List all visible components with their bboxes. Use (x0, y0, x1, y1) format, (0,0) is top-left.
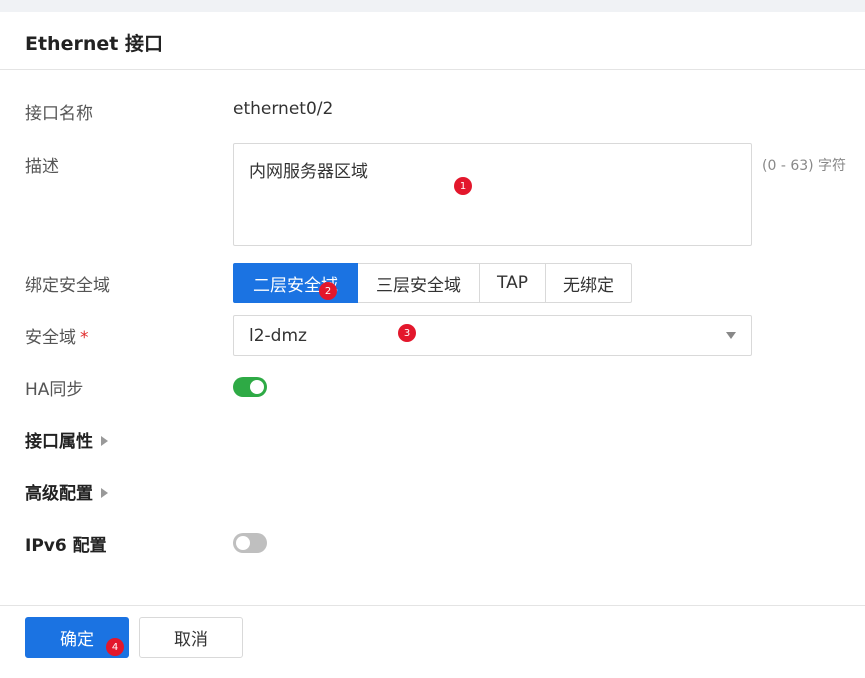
bind-option-layer2-zone[interactable]: 二层安全域 (233, 263, 358, 303)
annotation-marker-1: 1 (454, 177, 472, 195)
description-text: 内网服务器区域 (249, 162, 368, 182)
security-zone-select[interactable]: l2-dmz (233, 315, 752, 356)
interface-properties-label: 接口属性 (25, 432, 93, 452)
ipv6-config-label: IPv6 配置 (25, 536, 107, 556)
interface-properties-expander[interactable]: 接口属性 (25, 427, 108, 452)
interface-name-value: ethernet0/2 (233, 99, 334, 119)
top-background-strip (0, 0, 865, 12)
annotation-marker-3: 3 (398, 324, 416, 342)
security-zone-label: 安全域 * (25, 323, 89, 348)
bind-zone-segmented-control: 二层安全域 三层安全域 TAP 无绑定 (233, 263, 632, 303)
ha-sync-label: HA同步 (25, 380, 84, 400)
annotation-marker-4: 4 (106, 638, 124, 656)
bind-option-tap[interactable]: TAP (480, 263, 546, 303)
ipv6-config-toggle[interactable] (233, 533, 267, 553)
ethernet-interface-dialog: Ethernet 接口 接口名称 ethernet0/2 描述 内网服务器区域 … (0, 12, 865, 678)
bind-zone-label: 绑定安全域 (25, 276, 110, 296)
bind-option-none[interactable]: 无绑定 (546, 263, 632, 303)
cancel-button[interactable]: 取消 (139, 617, 243, 658)
dialog-title: Ethernet 接口 (25, 33, 163, 55)
chevron-down-icon (726, 332, 736, 339)
advanced-config-expander[interactable]: 高级配置 (25, 479, 108, 504)
annotation-marker-2: 2 (319, 282, 337, 300)
description-label: 描述 (25, 157, 59, 177)
dialog-header: Ethernet 接口 (0, 12, 865, 70)
advanced-config-label: 高级配置 (25, 484, 93, 504)
security-zone-label-text: 安全域 (25, 328, 76, 348)
caret-right-icon (101, 488, 108, 498)
required-asterisk: * (80, 328, 89, 348)
security-zone-selected-value: l2-dmz (249, 325, 307, 346)
dialog-footer: 确定 取消 4 (0, 605, 865, 678)
description-char-limit-hint: (0 - 63) 字符 (762, 158, 847, 174)
interface-name-label: 接口名称 (25, 104, 93, 124)
caret-right-icon (101, 436, 108, 446)
toggle-knob (250, 380, 264, 394)
ha-sync-toggle[interactable] (233, 377, 267, 397)
bind-option-layer3-zone[interactable]: 三层安全域 (358, 263, 480, 303)
toggle-knob (236, 536, 250, 550)
description-textarea[interactable]: 内网服务器区域 (233, 143, 752, 246)
